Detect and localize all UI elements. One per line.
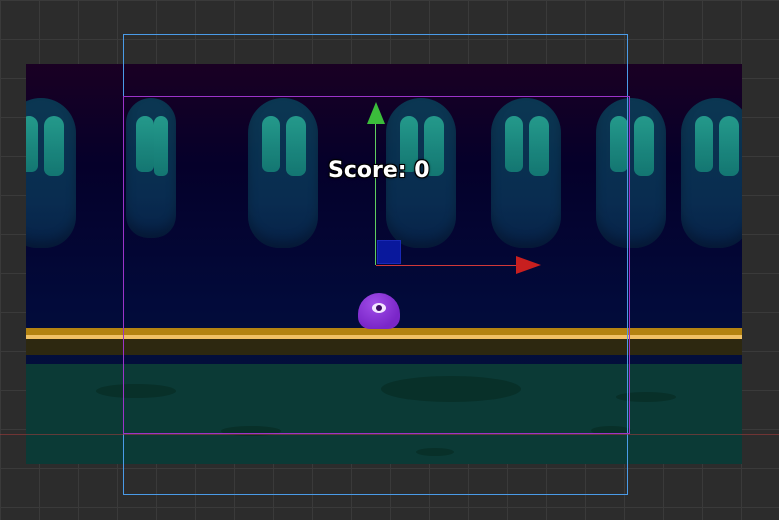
move-y-arrow-icon[interactable] [367,102,385,124]
editor-guide-line [0,434,779,435]
background-pillar [681,98,742,248]
move-xy-handle-icon[interactable] [377,240,401,264]
y-axis-gizmo-line[interactable] [375,122,376,265]
editor-viewport[interactable]: Score: 0 [0,0,779,520]
background-pillar [26,98,76,248]
x-axis-gizmo-line[interactable] [376,265,517,266]
move-x-arrow-icon[interactable] [516,256,541,274]
